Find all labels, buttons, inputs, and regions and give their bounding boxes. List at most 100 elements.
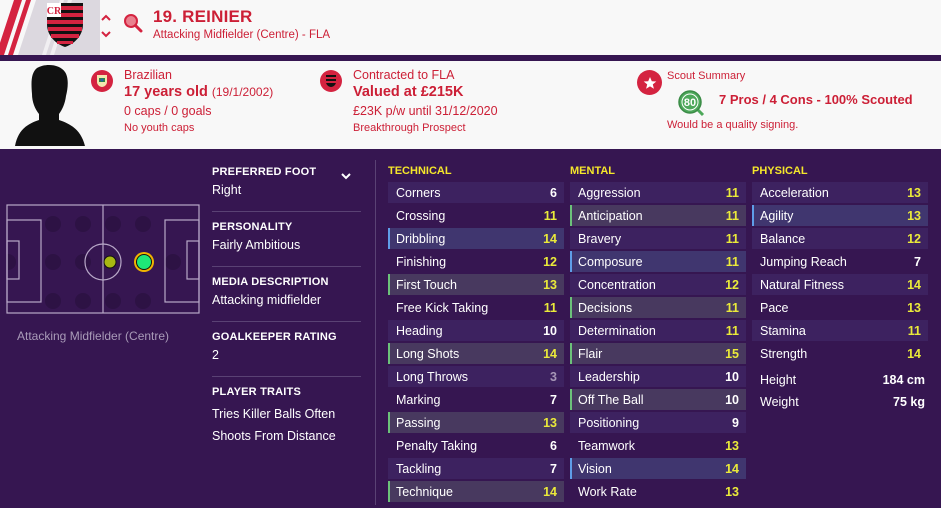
attribute-name: Anticipation: [578, 208, 643, 223]
chevron-down-icon[interactable]: [99, 28, 113, 40]
attribute-name: Aggression: [578, 185, 641, 200]
attribute-row[interactable]: Tackling 7: [388, 458, 564, 479]
height-label: Height: [760, 373, 797, 387]
attribute-name: Tackling: [396, 461, 442, 476]
attribute-row[interactable]: Leadership 10: [570, 366, 746, 387]
divider: [212, 266, 361, 267]
attribute-name: Balance: [760, 231, 806, 246]
attribute-row[interactable]: Positioning 9: [570, 412, 746, 433]
attribute-value: 11: [907, 323, 921, 338]
club-crest-icon: CR: [47, 3, 83, 47]
attribute-row[interactable]: Teamwork 13: [570, 435, 746, 456]
attribute-value: 12: [543, 254, 557, 269]
attribute-name: Flair: [578, 346, 603, 361]
column-divider: [375, 160, 376, 505]
search-icon[interactable]: [123, 13, 143, 33]
attribute-row[interactable]: Vision 14: [570, 458, 746, 479]
attribute-row[interactable]: Free Kick Taking 11: [388, 297, 564, 318]
attribute-row[interactable]: Marking 7: [388, 389, 564, 410]
attribute-name: Bravery: [578, 231, 622, 246]
attribute-name: Composure: [578, 254, 643, 269]
attribute-name: Determination: [578, 323, 656, 338]
attribute-value: 6: [550, 438, 557, 453]
attribute-row[interactable]: Technique 14: [388, 481, 564, 502]
attribute-row[interactable]: Jumping Reach 7: [752, 251, 928, 272]
height-row: Height 184 cm: [760, 373, 925, 387]
attribute-value: 11: [725, 254, 739, 269]
attribute-row[interactable]: Passing 13: [388, 412, 564, 433]
player-silhouette-avatar: [15, 64, 85, 146]
attribute-row[interactable]: Crossing 11: [388, 205, 564, 226]
attribute-name: Jumping Reach: [760, 254, 847, 269]
attribute-row[interactable]: Agility 13: [752, 205, 928, 226]
attribute-row[interactable]: Strength 14: [752, 343, 928, 364]
technical-attributes: TECHNICAL Corners 6 Crossing 11 Dribbling 14 F…: [388, 161, 564, 504]
attribute-rows: Aggression 11 Anticipation 11 Bravery 11 Compo…: [570, 182, 746, 502]
attribute-value: 14: [543, 231, 557, 246]
player-traits: PLAYER TRAITS Tries Killer Balls Often S…: [212, 386, 362, 443]
attribute-row[interactable]: Corners 6: [388, 182, 564, 203]
attribute-row[interactable]: Stamina 11: [752, 320, 928, 341]
attribute-row[interactable]: Natural Fitness 14: [752, 274, 928, 295]
attribute-value: 15: [725, 346, 739, 361]
attribute-row[interactable]: Pace 13: [752, 297, 928, 318]
position-pitch-diagram: [6, 203, 200, 315]
secondary-position-marker: [103, 255, 117, 269]
attribute-name: Corners: [396, 185, 441, 200]
scout-score: 80: [684, 97, 696, 109]
attribute-row[interactable]: Acceleration 13: [752, 182, 928, 203]
media-description: MEDIA DESCRIPTION Attacking midfielder: [212, 276, 362, 307]
attribute-row[interactable]: Dribbling 14: [388, 228, 564, 249]
position-label: Attacking Midfielder (Centre): [17, 329, 170, 343]
attribute-value: 11: [543, 208, 557, 223]
weight-value: 75 kg: [893, 395, 925, 409]
attribute-row[interactable]: Balance 12: [752, 228, 928, 249]
attribute-value: 13: [907, 208, 921, 223]
attribute-name: Positioning: [578, 415, 640, 430]
attribute-row[interactable]: Flair 15: [570, 343, 746, 364]
attribute-row[interactable]: Determination 11: [570, 320, 746, 341]
attribute-name: Stamina: [760, 323, 806, 338]
attribute-name: Dribbling: [396, 231, 446, 246]
attribute-value: 11: [725, 300, 739, 315]
player-name: 19. REINIER: [153, 7, 253, 26]
attribute-row[interactable]: Long Throws 3: [388, 366, 564, 387]
goalkeeper-rating: GOALKEEPER RATING 2: [212, 331, 362, 362]
attribute-name: Crossing: [396, 208, 446, 223]
attribute-value: 14: [543, 346, 557, 361]
attribute-value: 10: [543, 323, 557, 338]
brazil-flag-badge-icon: [91, 70, 113, 92]
attribute-value: 13: [907, 185, 921, 200]
attribute-row[interactable]: First Touch 13: [388, 274, 564, 295]
wage: £23K p/w until 31/12/2020: [353, 104, 498, 118]
attribute-value: 7: [550, 461, 557, 476]
weight-row: Weight 75 kg: [760, 395, 925, 409]
attribute-row[interactable]: Bravery 11: [570, 228, 746, 249]
attribute-row[interactable]: Decisions 11: [570, 297, 746, 318]
attribute-row[interactable]: Anticipation 11: [570, 205, 746, 226]
attribute-value: 11: [725, 208, 739, 223]
attribute-row[interactable]: Aggression 11: [570, 182, 746, 203]
physical-title: PHYSICAL: [752, 165, 808, 177]
goalkeeper-rating-value: 2: [212, 348, 219, 362]
attribute-row[interactable]: Finishing 12: [388, 251, 564, 272]
scout-note: Would be a quality signing.: [667, 119, 799, 131]
attribute-row[interactable]: Long Shots 14: [388, 343, 564, 364]
attribute-value: 13: [543, 277, 557, 292]
attribute-row[interactable]: Work Rate 13: [570, 481, 746, 502]
attribute-name: Long Shots: [396, 346, 460, 361]
chevron-down-icon[interactable]: [339, 170, 353, 182]
attribute-value: 14: [543, 484, 557, 499]
chevron-up-icon[interactable]: [99, 12, 113, 24]
caps: 0 caps / 0 goals: [124, 104, 212, 118]
scout-summary[interactable]: 7 Pros / 4 Cons - 100% Scouted: [719, 92, 913, 107]
attribute-row[interactable]: Composure 11: [570, 251, 746, 272]
technical-title: TECHNICAL: [388, 165, 452, 177]
player-nav: [99, 12, 113, 42]
attribute-row[interactable]: Heading 10: [388, 320, 564, 341]
attribute-row[interactable]: Off The Ball 10: [570, 389, 746, 410]
attribute-row[interactable]: Penalty Taking 6: [388, 435, 564, 456]
attribute-value: 7: [550, 392, 557, 407]
attribute-rows: Corners 6 Crossing 11 Dribbling 14 Finishing 12…: [388, 182, 564, 502]
attribute-row[interactable]: Concentration 12: [570, 274, 746, 295]
